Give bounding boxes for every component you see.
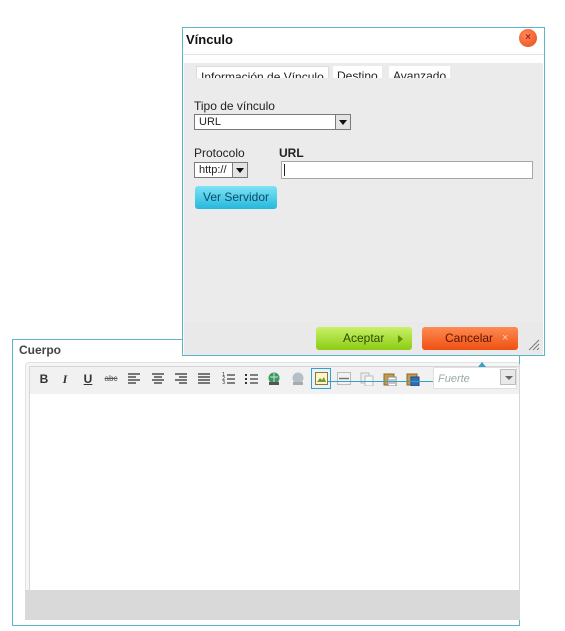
chevron-down-icon <box>232 163 247 177</box>
protocol-label: Protocolo <box>194 146 245 160</box>
italic-button[interactable]: I <box>56 371 74 387</box>
editor-status-bar <box>25 590 520 620</box>
horizontal-rule-icon[interactable] <box>335 371 353 387</box>
paste-text-icon[interactable] <box>381 371 399 387</box>
chevron-down-icon <box>335 115 350 129</box>
link-type-value: URL <box>199 116 222 128</box>
strikethrough-button[interactable]: abc <box>102 371 120 387</box>
resize-grip-icon[interactable] <box>528 339 540 351</box>
editor-content-area[interactable] <box>29 394 520 590</box>
bold-button[interactable]: B <box>35 371 53 387</box>
align-center-icon[interactable] <box>149 371 167 387</box>
underline-button[interactable]: U <box>79 371 97 387</box>
cancel-label: Cancelar <box>445 331 494 345</box>
close-button[interactable]: × <box>519 29 537 47</box>
bulleted-list-icon[interactable] <box>242 371 260 387</box>
url-label: URL <box>279 146 304 160</box>
align-justify-icon[interactable] <box>195 371 213 387</box>
link-type-label: Tipo de vínculo <box>194 99 275 113</box>
link-dialog: Vínculo × Información de Vínculo Destino… <box>182 27 545 356</box>
browse-server-button[interactable]: Ver Servidor <box>195 186 277 209</box>
numbered-list-icon[interactable]: 123 <box>219 371 237 387</box>
align-left-icon[interactable] <box>125 371 143 387</box>
cancel-button[interactable]: Cancelar × <box>422 327 518 350</box>
close-icon: × <box>525 32 531 43</box>
align-right-icon[interactable] <box>172 371 190 387</box>
arrow-right-icon <box>398 335 403 343</box>
dialog-title: Vínculo <box>186 32 233 47</box>
cuerpo-title: Cuerpo <box>19 343 61 357</box>
dialog-body: Tipo de vínculo URL Protocolo http:// UR… <box>184 78 543 322</box>
accept-button[interactable]: Aceptar <box>316 327 412 350</box>
format-dropdown-arrow-icon[interactable] <box>500 369 516 385</box>
url-input[interactable] <box>281 161 533 179</box>
cancel-x-icon: × <box>502 332 509 344</box>
protocol-value: http:// <box>199 164 227 176</box>
link-icon[interactable] <box>265 371 283 387</box>
text-caret <box>284 164 285 176</box>
protocol-select[interactable]: http:// <box>194 162 248 178</box>
paste-word-icon[interactable] <box>404 371 422 387</box>
link-type-select[interactable]: URL <box>194 114 351 130</box>
unlink-icon[interactable] <box>289 371 307 387</box>
title-divider <box>183 54 544 55</box>
image-icon[interactable] <box>311 368 331 389</box>
format-select-value: Fuerte <box>438 373 470 385</box>
svg-text:3: 3 <box>222 380 225 385</box>
accept-label: Aceptar <box>343 331 385 345</box>
paste-icon[interactable] <box>358 371 376 387</box>
